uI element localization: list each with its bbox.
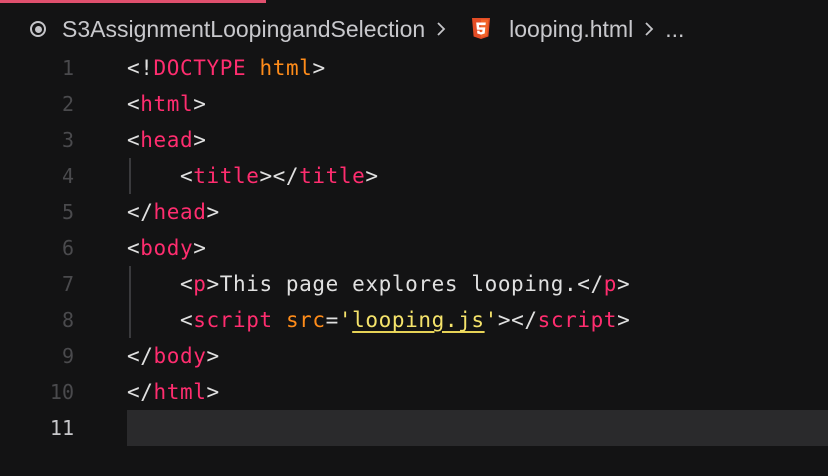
code-token: >	[365, 164, 379, 188]
code-line[interactable]: 6 <body>	[0, 230, 828, 266]
code-token: >	[617, 272, 631, 296]
radio-circle-icon	[30, 21, 46, 37]
code-text: </body>	[127, 338, 220, 374]
code-line[interactable]: 3 <head>	[0, 122, 828, 158]
line-number: 3	[61, 128, 74, 152]
code-token: <	[127, 308, 194, 332]
line-number: 7	[61, 272, 74, 296]
code-line[interactable]: 10 </html>	[0, 374, 828, 410]
code-token: script	[537, 308, 618, 332]
code-text: <head>	[127, 122, 206, 158]
code-token: ></	[259, 164, 300, 188]
chevron-right-icon	[435, 20, 447, 38]
code-line[interactable]: 1 <!DOCTYPE html>	[0, 50, 828, 86]
code-token: body	[140, 236, 194, 260]
line-number: 10	[49, 380, 74, 404]
code-line[interactable]: 9 </body>	[0, 338, 828, 374]
code-token: looping.js	[352, 308, 485, 332]
code-line[interactable]: 2 <html>	[0, 86, 828, 122]
code-token: title	[299, 164, 366, 188]
code-token: >This page explores looping.</	[206, 272, 604, 296]
code-token: html	[140, 92, 194, 116]
code-token: script	[193, 308, 273, 332]
code-line[interactable]: 7 <p>This page explores looping.</p>	[0, 266, 828, 302]
line-number: 1	[61, 56, 74, 80]
breadcrumb-folder[interactable]: S3AssignmentLoopingandSelection	[62, 16, 425, 43]
breadcrumb-more[interactable]: ...	[665, 16, 684, 43]
code-token: html	[153, 380, 207, 404]
breadcrumb-file[interactable]: looping.html	[509, 16, 633, 43]
code-token: </	[127, 380, 154, 404]
code-text: <html>	[127, 86, 206, 122]
active-tab-indicator	[0, 0, 266, 3]
code-editor[interactable]: 1 <!DOCTYPE html> 2 <html> 3 <head> 4 <title><…	[0, 50, 828, 476]
line-number: 9	[61, 344, 74, 368]
code-token: <	[127, 164, 194, 188]
current-line-highlight	[127, 410, 828, 446]
code-token: >	[193, 236, 207, 260]
code-text: <p>This page explores looping.</p>	[127, 266, 630, 302]
code-line[interactable]: 11	[0, 410, 828, 446]
line-number: 4	[61, 164, 74, 188]
code-token: head	[153, 200, 207, 224]
line-number: 5	[61, 200, 74, 224]
code-token: >	[193, 128, 207, 152]
code-line[interactable]: 4 <title></title>	[0, 158, 828, 194]
line-number: 8	[61, 308, 74, 332]
code-token: '	[338, 308, 353, 332]
code-token: <!	[127, 56, 154, 80]
code-token: src	[285, 308, 326, 332]
code-token: >	[206, 380, 220, 404]
code-token: >	[206, 200, 220, 224]
code-token: >	[193, 92, 207, 116]
code-token: title	[193, 164, 260, 188]
code-token: html	[259, 56, 313, 80]
code-token: <	[127, 236, 141, 260]
chevron-right-icon	[643, 20, 655, 38]
code-token: >	[312, 56, 326, 80]
code-text: <!DOCTYPE html>	[127, 50, 326, 86]
code-text: </head>	[127, 194, 220, 230]
code-token: body	[153, 344, 207, 368]
code-token: </	[127, 200, 154, 224]
breadcrumb: S3AssignmentLoopingandSelection looping.…	[30, 12, 684, 46]
code-token: <	[127, 92, 141, 116]
code-token: >	[206, 344, 220, 368]
code-line[interactable]: 8 <script src='looping.js'></script>	[0, 302, 828, 338]
code-text: </html>	[127, 374, 220, 410]
code-text: <title></title>	[127, 158, 379, 194]
code-token: ></	[497, 308, 538, 332]
code-token: <	[127, 272, 194, 296]
code-token: <	[127, 128, 141, 152]
html5-icon	[471, 18, 491, 40]
code-text: <script src='looping.js'></script>	[127, 302, 630, 338]
code-text: <body>	[127, 230, 206, 266]
code-line[interactable]: 5 </head>	[0, 194, 828, 230]
code-token: head	[140, 128, 194, 152]
code-token: DOCTYPE	[153, 56, 247, 80]
line-number: 6	[61, 236, 74, 260]
code-token: </	[127, 344, 154, 368]
code-token: >	[617, 308, 631, 332]
code-token: p	[603, 272, 618, 296]
code-token: =	[325, 308, 339, 332]
line-number: 11	[49, 416, 74, 440]
code-token: p	[193, 272, 207, 296]
line-number: 2	[61, 92, 74, 116]
code-token: '	[484, 308, 498, 332]
